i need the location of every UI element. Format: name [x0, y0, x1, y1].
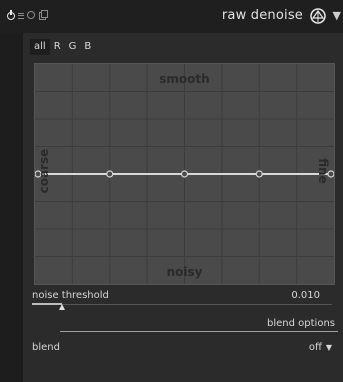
header-icon-group: [6, 10, 48, 20]
blend-dropdown[interactable]: blend off ▼: [32, 342, 332, 358]
blend-value-text: off: [308, 342, 322, 353]
blend-value[interactable]: off ▼: [309, 342, 332, 353]
tab-r[interactable]: R: [50, 39, 65, 55]
module-logo-icon[interactable]: [309, 7, 327, 25]
graph-label-coarse: coarse: [37, 148, 51, 194]
tab-all[interactable]: all: [30, 39, 50, 55]
blend-options-header: blend options: [267, 318, 335, 329]
slider-fill: [32, 303, 62, 305]
module-title: raw denoise: [221, 8, 303, 23]
tab-g[interactable]: G: [65, 39, 81, 55]
curve-node[interactable]: [106, 170, 114, 178]
power-icon[interactable]: [6, 10, 15, 20]
graph-label-fine: fine: [316, 158, 330, 184]
noise-threshold-value: 0.010: [291, 290, 320, 301]
blend-label: blend: [32, 342, 60, 353]
menu-icon[interactable]: [18, 12, 24, 19]
channel-tabs: all R G B: [30, 39, 95, 55]
curve-node[interactable]: [180, 170, 189, 178]
noise-threshold-slider[interactable]: noise threshold 0.010: [32, 290, 332, 312]
curve-canvas[interactable]: [35, 64, 334, 284]
tab-b[interactable]: B: [80, 39, 95, 55]
copy-icon[interactable]: [39, 10, 48, 20]
noise-threshold-label: noise threshold: [32, 290, 109, 301]
slider-marker-icon[interactable]: [59, 304, 65, 310]
graph-label-smooth: smooth: [159, 72, 210, 86]
section-divider: [60, 331, 338, 332]
module-header: raw denoise ▼: [0, 0, 343, 33]
expand-arrow-icon[interactable]: ▼: [333, 9, 341, 22]
reset-icon[interactable]: [27, 10, 36, 20]
denoise-curve-graph[interactable]: smooth noisy coarse fine: [34, 63, 335, 285]
dropdown-arrow-icon: ▼: [325, 343, 332, 352]
curve-node[interactable]: [255, 170, 263, 178]
slider-track[interactable]: [32, 304, 332, 305]
graph-label-noisy: noisy: [166, 265, 203, 279]
